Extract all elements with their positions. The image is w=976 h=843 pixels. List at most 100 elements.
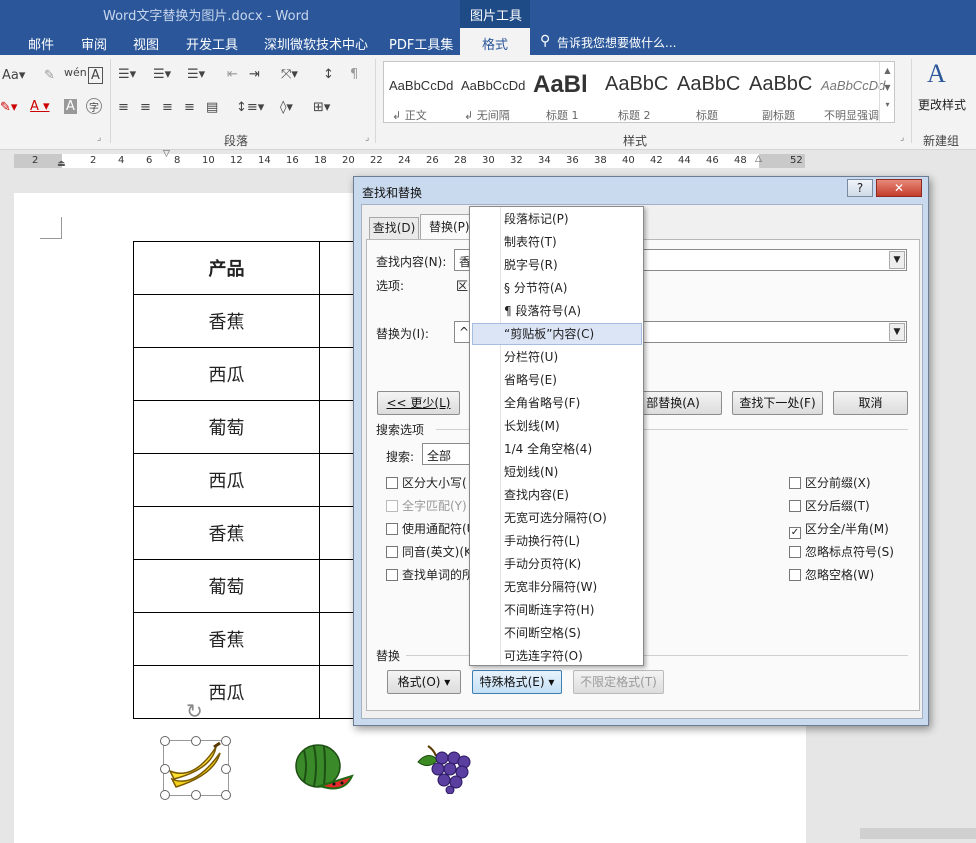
cancel-button[interactable]: 取消 (833, 391, 908, 415)
special-menu-item[interactable]: 不间断空格(S) (472, 622, 642, 644)
numbering-icon[interactable]: ☰▾ (153, 67, 171, 82)
align-right-icon[interactable]: ≡ (162, 100, 173, 115)
table-cell[interactable]: 葡萄 (133, 559, 320, 613)
special-menu-item[interactable]: 手动分页符(K) (472, 553, 642, 575)
tab-find[interactable]: 查找(D) (369, 217, 419, 239)
tab-view[interactable]: 视图 (133, 34, 159, 53)
table-cell[interactable]: 葡萄 (133, 400, 320, 454)
style-title[interactable]: AaBbC 标题 (674, 70, 742, 126)
text-direction-icon[interactable]: ⤧▾ (281, 67, 298, 82)
align-center-icon[interactable]: ≡ (140, 100, 151, 115)
tab-format[interactable]: 格式 (460, 28, 530, 55)
special-menu-item[interactable]: 分栏符(U) (472, 346, 642, 368)
special-menu-item[interactable]: 段落标记(P) (472, 208, 642, 230)
special-menu-item[interactable]: 脱字号(R) (472, 254, 642, 276)
table-cell[interactable] (319, 347, 355, 401)
format-button[interactable]: 格式(O) ▾ (387, 670, 461, 694)
rotate-handle-icon[interactable]: ↻ (186, 699, 203, 723)
style-subtitle[interactable]: AaBbC 副标题 (746, 70, 814, 126)
borders-icon[interactable]: ⊞▾ (313, 100, 330, 115)
bullets-icon[interactable]: ☰▾ (118, 67, 136, 82)
resize-handle[interactable] (160, 736, 170, 746)
enclose-character-icon[interactable]: 字 (86, 98, 102, 114)
distributed-icon[interactable]: ▤ (206, 100, 218, 115)
resize-handle[interactable] (160, 790, 170, 800)
table-cell[interactable] (319, 453, 355, 507)
resize-handle[interactable] (221, 736, 231, 746)
style-subtle-emphasis[interactable]: AaBbCcDd 不明显强调 (818, 70, 886, 126)
table-cell[interactable] (319, 294, 355, 348)
right-indent-icon[interactable]: △ (755, 154, 762, 164)
sounds-like-checkbox[interactable]: 同音(英文)(K (386, 543, 472, 560)
first-line-indent-icon[interactable]: ▽ (163, 149, 170, 159)
table-cell[interactable] (319, 506, 355, 560)
table-cell[interactable]: 西瓜 (133, 347, 320, 401)
table-cell[interactable] (319, 400, 355, 454)
vertical-scrollbar[interactable] (955, 173, 976, 839)
product-table[interactable]: 产品 香蕉 西瓜 葡萄 西瓜 香蕉 葡萄 香蕉 西瓜 (133, 241, 355, 719)
character-border-icon[interactable]: A (88, 67, 103, 84)
special-format-button[interactable]: 特殊格式(E) ▾ (472, 670, 562, 694)
table-header-cell[interactable]: 产品 (133, 241, 320, 295)
table-cell[interactable]: 西瓜 (133, 453, 320, 507)
full-half-width-checkbox[interactable]: ✓ 区分全/半角(M) (789, 520, 889, 539)
indent-marker-icon[interactable]: ⏏ (57, 159, 66, 169)
replace-dropdown-icon[interactable]: ▼ (889, 323, 905, 341)
character-shading-icon[interactable]: A (64, 99, 77, 114)
dialog-launcher-icon[interactable]: ⌟ (97, 133, 101, 143)
tab-pdf-tools[interactable]: PDF工具集 (389, 34, 453, 53)
table-cell[interactable]: 西瓜 (133, 665, 320, 719)
horizontal-ruler[interactable]: 2 2 4 6 8 10 12 14 16 18 20 22 24 26 28 30 32 34 36 38 40 42 4… (0, 149, 976, 173)
wildcards-checkbox[interactable]: 使用通配符(U (386, 520, 475, 537)
special-menu-item[interactable]: 制表符(T) (472, 231, 642, 253)
ignore-whitespace-checkbox[interactable]: 忽略空格(W) (789, 566, 874, 583)
special-menu-item[interactable]: § 分节符(A) (472, 277, 642, 299)
table-cell[interactable]: 香蕉 (133, 506, 320, 560)
special-menu-item[interactable]: 手动换行符(L) (472, 530, 642, 552)
special-menu-item[interactable]: 无宽非分隔符(W) (472, 576, 642, 598)
table-cell[interactable] (319, 559, 355, 613)
special-menu-item[interactable]: 长划线(M) (472, 415, 642, 437)
match-case-checkbox[interactable]: 区分大小写( (386, 474, 467, 491)
tell-me-search[interactable]: 告诉我您想要做什么... (557, 34, 676, 51)
tab-developer[interactable]: 开发工具 (186, 34, 238, 53)
style-heading-1[interactable]: AaBl 标题 1 (530, 70, 598, 126)
word-forms-checkbox[interactable]: 查找单词的所 (386, 566, 474, 583)
resize-handle[interactable] (221, 764, 231, 774)
close-button[interactable]: ✕ (876, 179, 922, 197)
font-size-icon[interactable]: Aa▾ (2, 68, 25, 83)
shading-icon[interactable]: ◊▾ (280, 100, 293, 115)
find-next-button[interactable]: 查找下一处(F) (732, 391, 823, 415)
less-button[interactable]: << 更少(L) (377, 391, 460, 415)
ignore-punctuation-checkbox[interactable]: 忽略标点符号(S) (789, 543, 894, 560)
paragraph-launcher-icon[interactable]: ⌟ (365, 133, 369, 143)
tab-review[interactable]: 审阅 (81, 34, 107, 53)
special-menu-item[interactable]: 省略号(E) (472, 369, 642, 391)
sort-icon[interactable]: ↕ (323, 67, 334, 82)
table-cell[interactable]: 香蕉 (133, 294, 320, 348)
style-heading-2[interactable]: AaBbC 标题 2 (602, 70, 670, 126)
justify-icon[interactable]: ≡ (184, 100, 195, 115)
special-menu-item[interactable]: 1/4 全角空格(4) (472, 438, 642, 460)
style-normal[interactable]: AaBbCcDd ↲ 正文 (386, 70, 454, 126)
table-cell[interactable] (319, 241, 355, 295)
gallery-scroll[interactable]: ▲ ▼ ▾ (879, 62, 895, 122)
highlight-icon[interactable]: ✎▾ (0, 100, 17, 115)
match-prefix-checkbox[interactable]: 区分前缀(X) (789, 474, 871, 491)
resize-handle[interactable] (191, 790, 201, 800)
find-dropdown-icon[interactable]: ▼ (889, 251, 905, 269)
help-button[interactable]: ? (847, 179, 873, 197)
special-menu-item[interactable]: 不间断连字符(H) (472, 599, 642, 621)
change-styles-button[interactable]: A 更改样式 (913, 59, 973, 119)
special-menu-item[interactable]: 查找内容(E) (472, 484, 642, 506)
special-menu-item[interactable]: “剪贴板”内容(C) (472, 323, 642, 345)
resize-handle[interactable] (160, 764, 170, 774)
tab-shenzhen-ms[interactable]: 深圳微软技术中心 (264, 34, 368, 53)
grapes-image[interactable] (414, 742, 476, 795)
line-spacing-icon[interactable]: ↕≡▾ (236, 100, 264, 115)
align-left-icon[interactable]: ≡ (118, 100, 129, 115)
watermelon-image[interactable] (292, 742, 354, 794)
show-marks-icon[interactable]: ¶ (350, 67, 358, 82)
resize-handle[interactable] (221, 790, 231, 800)
table-cell[interactable] (319, 665, 355, 719)
